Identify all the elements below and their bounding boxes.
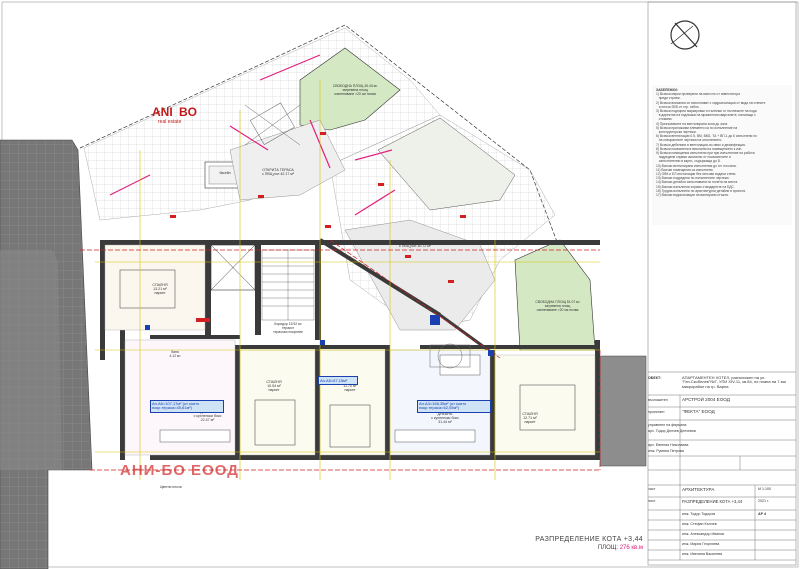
area-label: ПЛОЩ:	[597, 545, 619, 551]
tb-object-label: ОБЕКТ:	[648, 376, 662, 380]
tb-contractor-value: АРСТРОЙ 2004 ЕООД	[682, 397, 730, 402]
logo-text-sub: real estate	[158, 119, 182, 125]
tb-sheet-value: РАЗПРЕДЕЛЕНИЕ КОТА +3,44	[682, 499, 743, 504]
bedroom-mid1-fill	[239, 349, 316, 456]
architectural-drawing-sheet: ANI BO real estate СВОБОДНА ПЛОЩ 45.43 м…	[0, 0, 800, 569]
tb-date: 2021 г.	[758, 499, 769, 503]
note-line: 17) Всички водоизолации на вантирани стъ…	[656, 193, 729, 198]
logo-text-ani: ANI	[152, 105, 173, 119]
label-lobby: Коридор 15.92 м² теракот терасово покрит…	[273, 322, 303, 334]
tb-scale: М 1:100	[758, 487, 771, 491]
tb-name-3: инж. Стефан Кънчев	[682, 522, 717, 526]
logo-icon: ANI BO real estate	[152, 105, 197, 125]
drawing-area: ПЛОЩ: 276 кв.м	[508, 545, 643, 551]
drawing-caption: РАЗПРЕДЕЛЕНИЕ КОТА +3,44 ПЛОЩ: 276 кв.м	[508, 536, 643, 551]
tb-object-value: АПАРТАМЕНТЕН ХОТЕЛ, разположен на ул. "Г…	[682, 376, 786, 389]
tb-manager-label: управител на фирмата:	[648, 423, 688, 427]
north-arrow-icon	[670, 20, 700, 50]
label-garden-top: СВОБОДНА ПЛОЩ 45.43 м² затревена площ оз…	[332, 84, 378, 96]
tb-sheet-no: АР 4	[758, 512, 766, 516]
tb-name-5: инж. Мария Георгиева	[682, 542, 720, 546]
floor-plan	[0, 1, 799, 569]
tb-name-4: инж. Александър Иванов	[682, 532, 724, 536]
tb-name-6: инж. Ивелина Василева	[682, 552, 722, 556]
label-garden-right: СВОБОДНА ПЛОЩ 51.07 м² затревена площ оз…	[535, 300, 580, 312]
apartment-tag-a6: Ап.А6=107,17м² (от които покр.тераса=45,…	[150, 400, 224, 413]
tb-part-label: част	[648, 487, 656, 491]
logo-text-bo: BO	[179, 105, 197, 119]
tb-manager-value: арх. Тодор Делчев Делчевов	[648, 429, 696, 433]
watermark-text: АНИ-БО ЕООД	[120, 462, 239, 479]
neighbor-building-right	[599, 355, 647, 467]
label-bath: баня 4.12 м²	[169, 350, 181, 358]
stairs	[261, 249, 315, 321]
neighbor-shade	[0, 250, 62, 470]
label-terrace-left: ОТКРИТА ТЕРАСА с ПВЦ рол 42.17 м²	[261, 168, 295, 176]
label-bedroom-left: СПАЛНЯ 13.21 м² паркет	[152, 283, 168, 295]
apartment-tag-a4: Ап.А4=168,35м² (от които покр.тераса=62,…	[417, 400, 491, 413]
area-value: 276 кв.м	[619, 545, 643, 551]
apartment-tag-a5: Ап.А5=57,15м²	[318, 376, 358, 385]
tb-designer-label: проектант	[648, 410, 665, 414]
label-terrace-right: ОТКРИТА ТЕРАСА с ПВЦ рол 30.72 м²	[398, 240, 432, 248]
label-living-right: ДНЕВНА с кухненски бокс 31.44 м²	[431, 412, 459, 424]
tb-sheet-label: лист	[648, 499, 656, 503]
tb-name-0: арх. Евгения Николаева	[648, 443, 689, 447]
tb-contractor-label: възложител	[648, 398, 668, 402]
label-bedroom-mid1: СПАЛНЯ 10.54 м² паркет	[266, 380, 282, 392]
tb-designer-value: "ФЕКТА" ЕООД	[682, 409, 715, 414]
bedroom-right-fill	[494, 354, 596, 456]
garden-right	[514, 239, 596, 351]
tb-name-2: инж. Тодор Тодоров	[682, 512, 716, 516]
label-bedroom-right: СПАЛНЯ 12.71 м² паркет	[522, 412, 538, 424]
tb-name-1: инж. Румяна Петрова	[648, 449, 684, 453]
label-pool: басейн	[219, 171, 231, 175]
tb-part-value: АРХИТЕКТУРА	[682, 487, 715, 492]
general-notes: ЗАБЕЛЕЖКИ: 1) Всички мерки проверени на …	[656, 88, 792, 197]
label-street: Цветни плочи	[160, 485, 182, 489]
drawing-title: РАЗПРЕДЕЛЕНИЕ КОТА +3,44	[535, 536, 643, 543]
company-logo: ANI BO real estate	[152, 103, 212, 125]
